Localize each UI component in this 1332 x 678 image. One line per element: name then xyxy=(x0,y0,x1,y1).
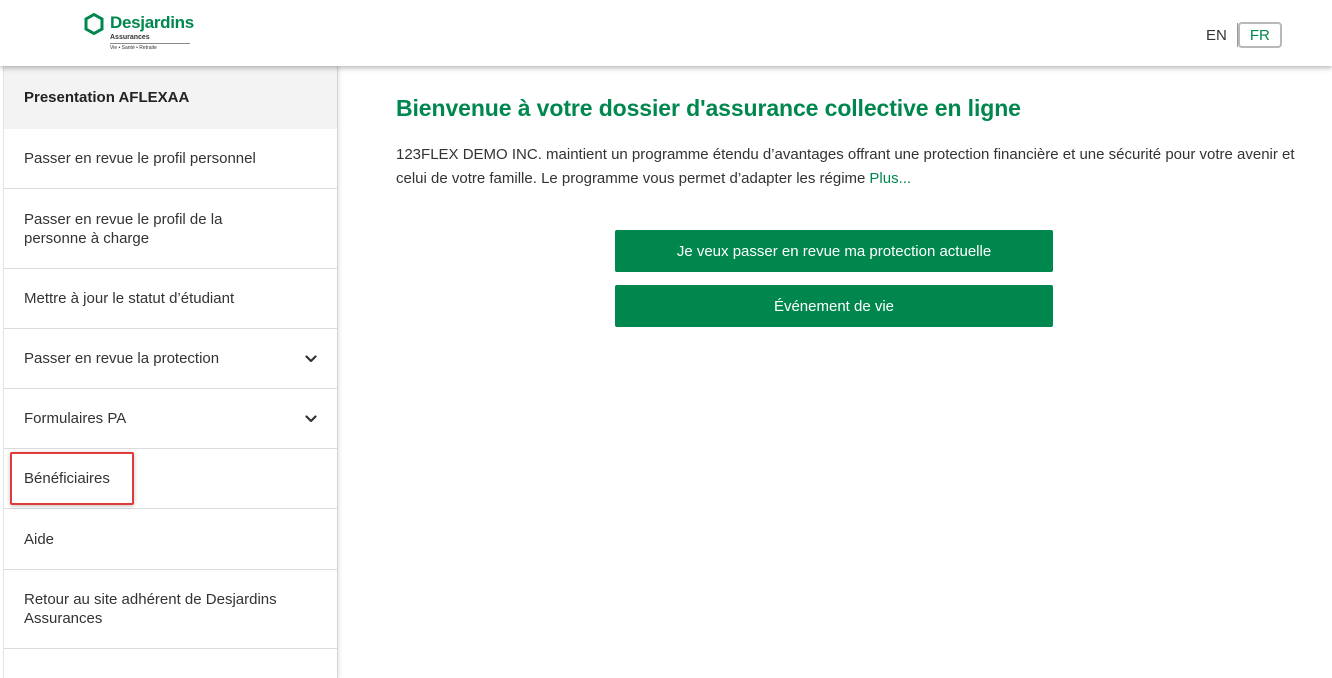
logo-divider xyxy=(110,43,190,44)
top-header: Desjardins Assurances Vie • Santé • Retr… xyxy=(0,0,1332,66)
intro-paragraph: 123FLEX DEMO INC. maintient un programme… xyxy=(396,143,1296,191)
logo-name: Desjardins xyxy=(110,13,194,32)
chevron-down-icon[interactable] xyxy=(305,354,317,364)
logo-subtitle: Assurances xyxy=(110,34,150,41)
language-switcher: EN FR xyxy=(1200,22,1282,48)
sidebar-item-label: Presentation AFLEXAA xyxy=(24,89,190,106)
more-link[interactable]: Plus... xyxy=(869,170,911,187)
language-fr-button[interactable]: FR xyxy=(1237,22,1282,48)
sidebar-item-review-protection[interactable]: Passer en revue la protection xyxy=(4,329,337,389)
review-protection-button[interactable]: Je veux passer en revue ma protection ac… xyxy=(615,230,1053,272)
sidebar-item-help[interactable]: Aide xyxy=(4,509,337,570)
page-title: Bienvenue à votre dossier d'assurance co… xyxy=(396,95,1021,121)
chevron-down-icon[interactable] xyxy=(305,414,317,424)
sidebar-item-dependent-profile[interactable]: Passer en revue le profil de la personne… xyxy=(4,189,337,269)
sidebar-item-label: Passer en revue le profil de la personne… xyxy=(24,210,223,247)
intro-text: 123FLEX DEMO INC. maintient un programme… xyxy=(396,146,1295,187)
desjardins-logo[interactable]: Desjardins Assurances Vie • Santé • Retr… xyxy=(84,12,194,56)
hexagon-logo-icon xyxy=(84,13,104,35)
sidebar-item-return-member-site[interactable]: Retour au site adhérent de Desjardins As… xyxy=(4,570,337,649)
logo-tagline: Vie • Santé • Retraite xyxy=(110,45,157,51)
sidebar-item-student-status[interactable]: Mettre à jour le statut d’étudiant xyxy=(4,269,337,329)
sidebar-item-label: Passer en revue la protection xyxy=(24,350,220,367)
sidebar-item-pa-forms[interactable]: Formulaires PA xyxy=(4,389,337,449)
sidebar-item-presentation[interactable]: Presentation AFLEXAA xyxy=(4,66,337,129)
sidebar-item-label: Formulaires PA xyxy=(24,410,127,427)
sidebar-item-beneficiaries[interactable]: Bénéficiaires xyxy=(4,449,337,509)
sidebar-nav: Presentation AFLEXAA Passer en revue le … xyxy=(3,66,338,678)
life-event-button[interactable]: Événement de vie xyxy=(615,285,1053,327)
sidebar-item-personal-profile[interactable]: Passer en revue le profil personnel xyxy=(4,129,337,189)
sidebar-item-label: Mettre à jour le statut d’étudiant xyxy=(24,290,235,307)
sidebar-item-label: Passer en revue le profil personnel xyxy=(24,150,256,167)
sidebar-item-label: Retour au site adhérent de Desjardins As… xyxy=(24,591,277,627)
sidebar-item-label: Aide xyxy=(24,530,55,548)
language-en-link[interactable]: EN xyxy=(1200,27,1233,44)
sidebar-item-label: Bénéficiaires xyxy=(24,470,110,487)
